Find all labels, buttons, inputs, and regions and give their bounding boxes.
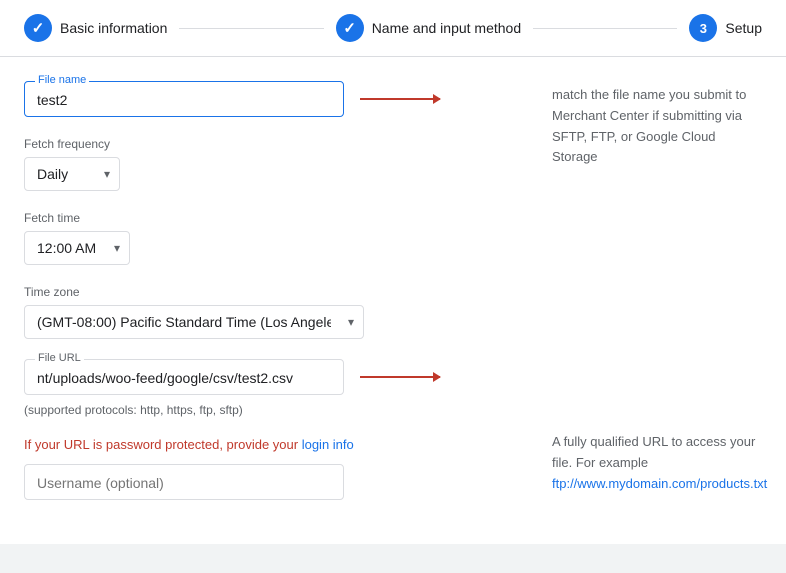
- right-panel: match the file name you submit to Mercha…: [532, 81, 762, 520]
- fetch-frequency-select-wrapper[interactable]: Daily Weekly Monthly ▾: [24, 157, 120, 191]
- file-url-example: ftp://www.mydomain.com/products.txt: [552, 476, 767, 491]
- password-note: If your URL is password protected, provi…: [24, 437, 508, 452]
- file-name-hint: match the file name you submit to Mercha…: [552, 81, 762, 168]
- step-1-label: Basic information: [60, 20, 167, 36]
- username-input[interactable]: [37, 473, 331, 493]
- file-name-arrow: [360, 98, 440, 100]
- timezone-group: Time zone (GMT-08:00) Pacific Standard T…: [24, 285, 508, 339]
- fetch-time-group: Fetch time 12:00 AM ▾: [24, 211, 508, 265]
- file-name-label: File name: [35, 74, 89, 86]
- timezone-label: Time zone: [24, 285, 508, 299]
- file-url-row: File URL: [24, 359, 508, 395]
- step-basic-info: Basic information: [24, 14, 167, 42]
- username-group: [24, 464, 508, 500]
- file-url-field-wrapper[interactable]: File URL: [24, 359, 344, 395]
- right-spacer: [552, 168, 762, 428]
- left-panel: File name Fetch frequency Daily Weekly M…: [24, 81, 532, 520]
- step-name-input: Name and input method: [336, 14, 521, 42]
- main-content: File name Fetch frequency Daily Weekly M…: [0, 57, 786, 544]
- file-name-field-wrapper[interactable]: File name: [24, 81, 344, 117]
- step-2-label: Name and input method: [372, 20, 521, 36]
- timezone-select[interactable]: (GMT-08:00) Pacific Standard Time (Los A…: [24, 305, 364, 339]
- username-field-wrapper[interactable]: [24, 464, 344, 500]
- step-2-circle: [336, 14, 364, 42]
- step-connector-2: [533, 28, 677, 29]
- fetch-frequency-group: Fetch frequency Daily Weekly Monthly ▾: [24, 137, 508, 191]
- fetch-time-select[interactable]: 12:00 AM: [24, 231, 130, 265]
- file-url-label: File URL: [35, 352, 84, 364]
- step-setup: 3 Setup: [689, 14, 762, 42]
- supported-protocols-text: (supported protocols: http, https, ftp, …: [24, 403, 508, 417]
- login-info-link[interactable]: login info: [302, 437, 354, 452]
- step-connector-1: [179, 28, 323, 29]
- file-url-hint-text: A fully qualified URL to access your fil…: [552, 434, 755, 470]
- fetch-frequency-label: Fetch frequency: [24, 137, 508, 151]
- fetch-frequency-select[interactable]: Daily Weekly Monthly: [24, 157, 120, 191]
- timezone-select-wrapper[interactable]: (GMT-08:00) Pacific Standard Time (Los A…: [24, 305, 364, 339]
- step-1-circle: [24, 14, 52, 42]
- file-url-group: File URL (supported protocols: http, htt…: [24, 359, 508, 417]
- stepper: Basic information Name and input method …: [0, 0, 786, 57]
- fetch-time-label: Fetch time: [24, 211, 508, 225]
- step-3-circle: 3: [689, 14, 717, 42]
- file-url-arrow: [360, 376, 440, 378]
- file-name-input[interactable]: [37, 90, 331, 110]
- file-url-input[interactable]: [37, 368, 331, 388]
- password-note-text: If your URL is password protected, provi…: [24, 437, 302, 452]
- fetch-time-select-wrapper[interactable]: 12:00 AM ▾: [24, 231, 130, 265]
- step-3-label: Setup: [725, 20, 762, 36]
- file-url-hint-section: A fully qualified URL to access your fil…: [552, 428, 762, 494]
- file-name-row: File name: [24, 81, 508, 117]
- file-name-group: File name: [24, 81, 508, 117]
